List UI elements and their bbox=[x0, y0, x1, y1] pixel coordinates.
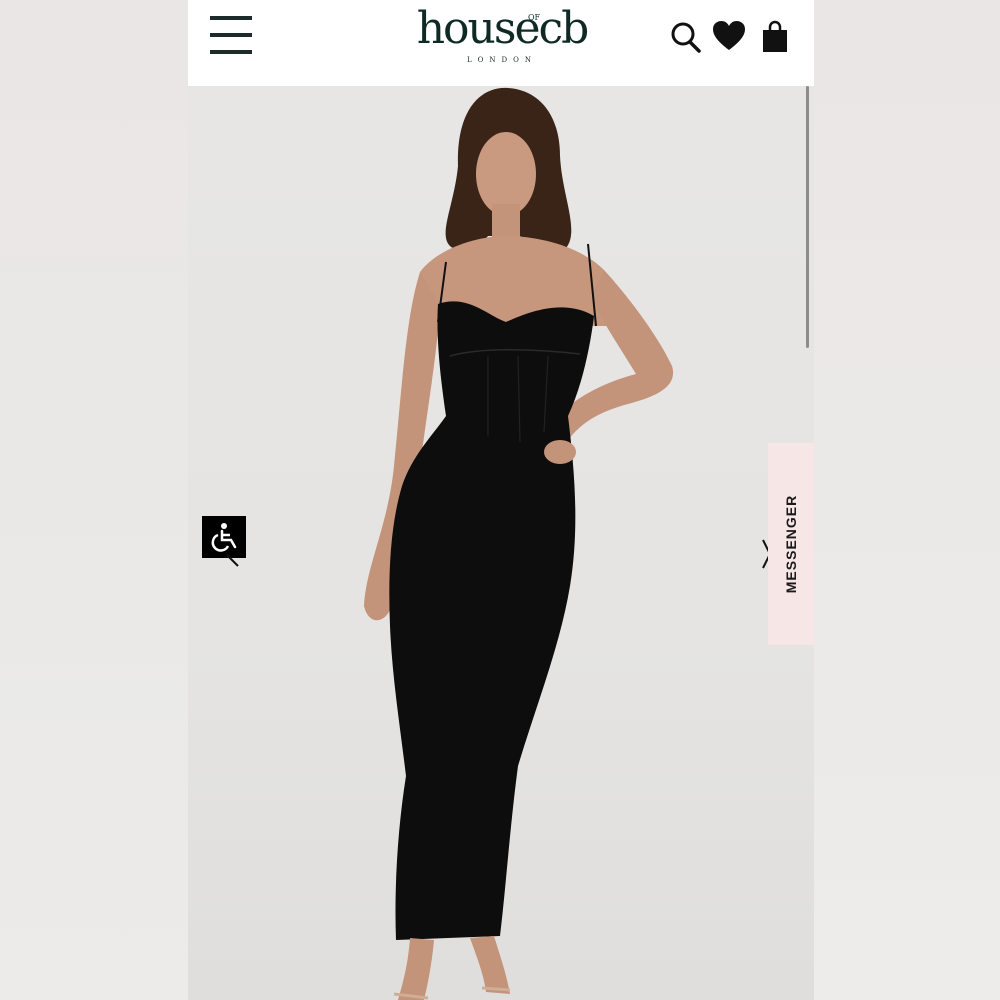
shopping-bag-icon bbox=[763, 20, 787, 52]
messenger-tab[interactable]: MESSENGER bbox=[768, 443, 814, 645]
brand-logo[interactable]: housecb OF LONDON bbox=[402, 4, 602, 70]
wheelchair-accessibility-icon bbox=[211, 523, 237, 552]
messenger-label: MESSENGER bbox=[783, 494, 799, 594]
logo-subtitle: LONDON bbox=[467, 56, 537, 64]
search-button[interactable] bbox=[670, 20, 702, 59]
menu-bar bbox=[210, 16, 252, 20]
menu-button[interactable] bbox=[210, 16, 252, 54]
background-blur-left bbox=[0, 0, 188, 1000]
search-icon bbox=[671, 22, 701, 53]
menu-bar bbox=[210, 50, 252, 54]
wishlist-button[interactable] bbox=[712, 20, 746, 57]
scrollbar[interactable] bbox=[806, 86, 809, 348]
heart-icon bbox=[713, 21, 745, 50]
mobile-page: housecb OF LONDON MESSENGER bbox=[188, 0, 814, 1000]
site-header: housecb OF LONDON bbox=[188, 0, 814, 86]
pointer-arrow-icon bbox=[226, 554, 239, 567]
model-illustration bbox=[364, 87, 674, 1000]
logo-of: OF bbox=[528, 13, 541, 22]
accessibility-button[interactable] bbox=[202, 516, 246, 558]
logo-wordmark: housecb bbox=[416, 3, 590, 54]
product-image[interactable] bbox=[188, 86, 814, 1000]
cart-button[interactable] bbox=[762, 20, 788, 59]
background-blur-right bbox=[814, 0, 1000, 1000]
menu-bar bbox=[210, 33, 252, 37]
